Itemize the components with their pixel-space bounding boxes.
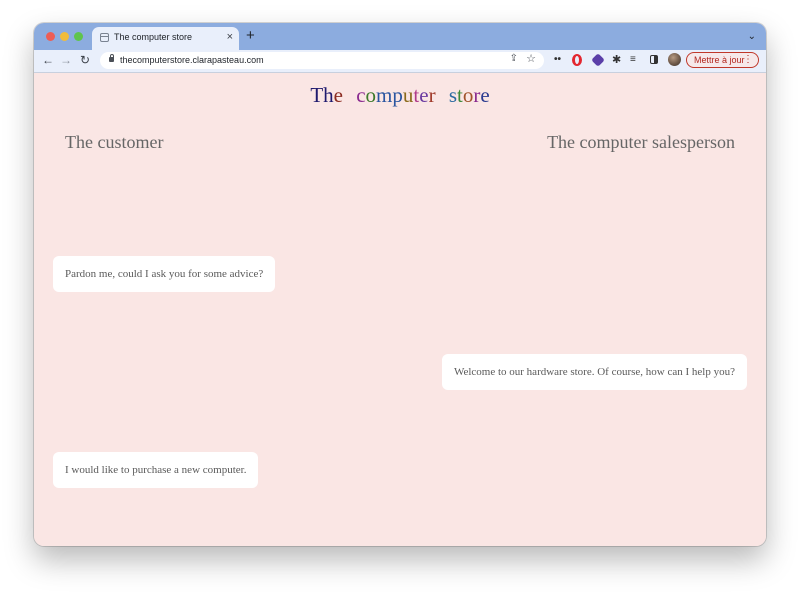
page-favicon-icon bbox=[100, 33, 109, 42]
share-icon[interactable]: ⇪ bbox=[510, 53, 518, 64]
tab-close-icon[interactable]: × bbox=[227, 31, 233, 43]
page-content: The computer store The customer The comp… bbox=[34, 73, 766, 546]
back-arrow-icon[interactable]: ← bbox=[42, 52, 54, 68]
opera-icon[interactable] bbox=[572, 54, 582, 66]
avatar[interactable] bbox=[668, 53, 681, 66]
bookmark-star-icon[interactable]: ☆ bbox=[526, 52, 536, 65]
salesperson-message: Welcome to our hardware store. Of course… bbox=[441, 354, 747, 390]
update-button[interactable]: Mettre à jour ⋮ bbox=[686, 52, 759, 68]
url-text[interactable]: thecomputerstore.clarapasteau.com bbox=[120, 55, 264, 65]
puzzle-icon[interactable]: ✱ bbox=[612, 53, 621, 67]
close-window-button[interactable] bbox=[46, 32, 55, 41]
tab-title: The computer store bbox=[114, 32, 193, 42]
update-button-label: Mettre à jour bbox=[694, 55, 745, 65]
tab-the-computer-store[interactable]: The computer store × bbox=[92, 27, 239, 50]
browser-window: The computer store × + ⌄ ← → ↻ thecomput… bbox=[34, 23, 766, 546]
customer-message: Pardon me, could I ask you for some advi… bbox=[53, 256, 276, 292]
browser-toolbar: ← → ↻ thecomputerstore.clarapasteau.com … bbox=[34, 50, 766, 73]
page-title: The computer store bbox=[34, 83, 766, 108]
maximize-window-button[interactable] bbox=[74, 32, 83, 41]
reading-list-icon[interactable]: ≡ bbox=[630, 53, 636, 67]
title-word: store bbox=[448, 83, 490, 107]
customer-message: I would like to purchase a new computer. bbox=[53, 452, 259, 488]
reload-icon[interactable]: ↻ bbox=[80, 52, 90, 68]
side-panel-icon[interactable] bbox=[650, 55, 658, 64]
dots-extension-icon[interactable]: •• bbox=[554, 53, 561, 67]
title-word: The bbox=[310, 83, 343, 107]
kebab-menu-icon[interactable]: ⋮ bbox=[743, 53, 753, 67]
salesperson-heading: The computer salesperson bbox=[547, 132, 735, 152]
title-word: computer bbox=[356, 83, 436, 107]
customer-heading: The customer bbox=[65, 132, 164, 152]
cube-extension-icon[interactable] bbox=[591, 53, 605, 67]
forward-arrow-icon[interactable]: → bbox=[60, 52, 72, 68]
tab-strip: The computer store × + ⌄ bbox=[34, 23, 766, 50]
lock-icon[interactable] bbox=[109, 54, 114, 62]
minimize-window-button[interactable] bbox=[60, 32, 69, 41]
new-tab-button[interactable]: + bbox=[246, 28, 255, 43]
address-bar[interactable]: thecomputerstore.clarapasteau.com ⇪ ☆ bbox=[100, 52, 544, 69]
tab-search-chevron-icon[interactable]: ⌄ bbox=[748, 31, 756, 42]
